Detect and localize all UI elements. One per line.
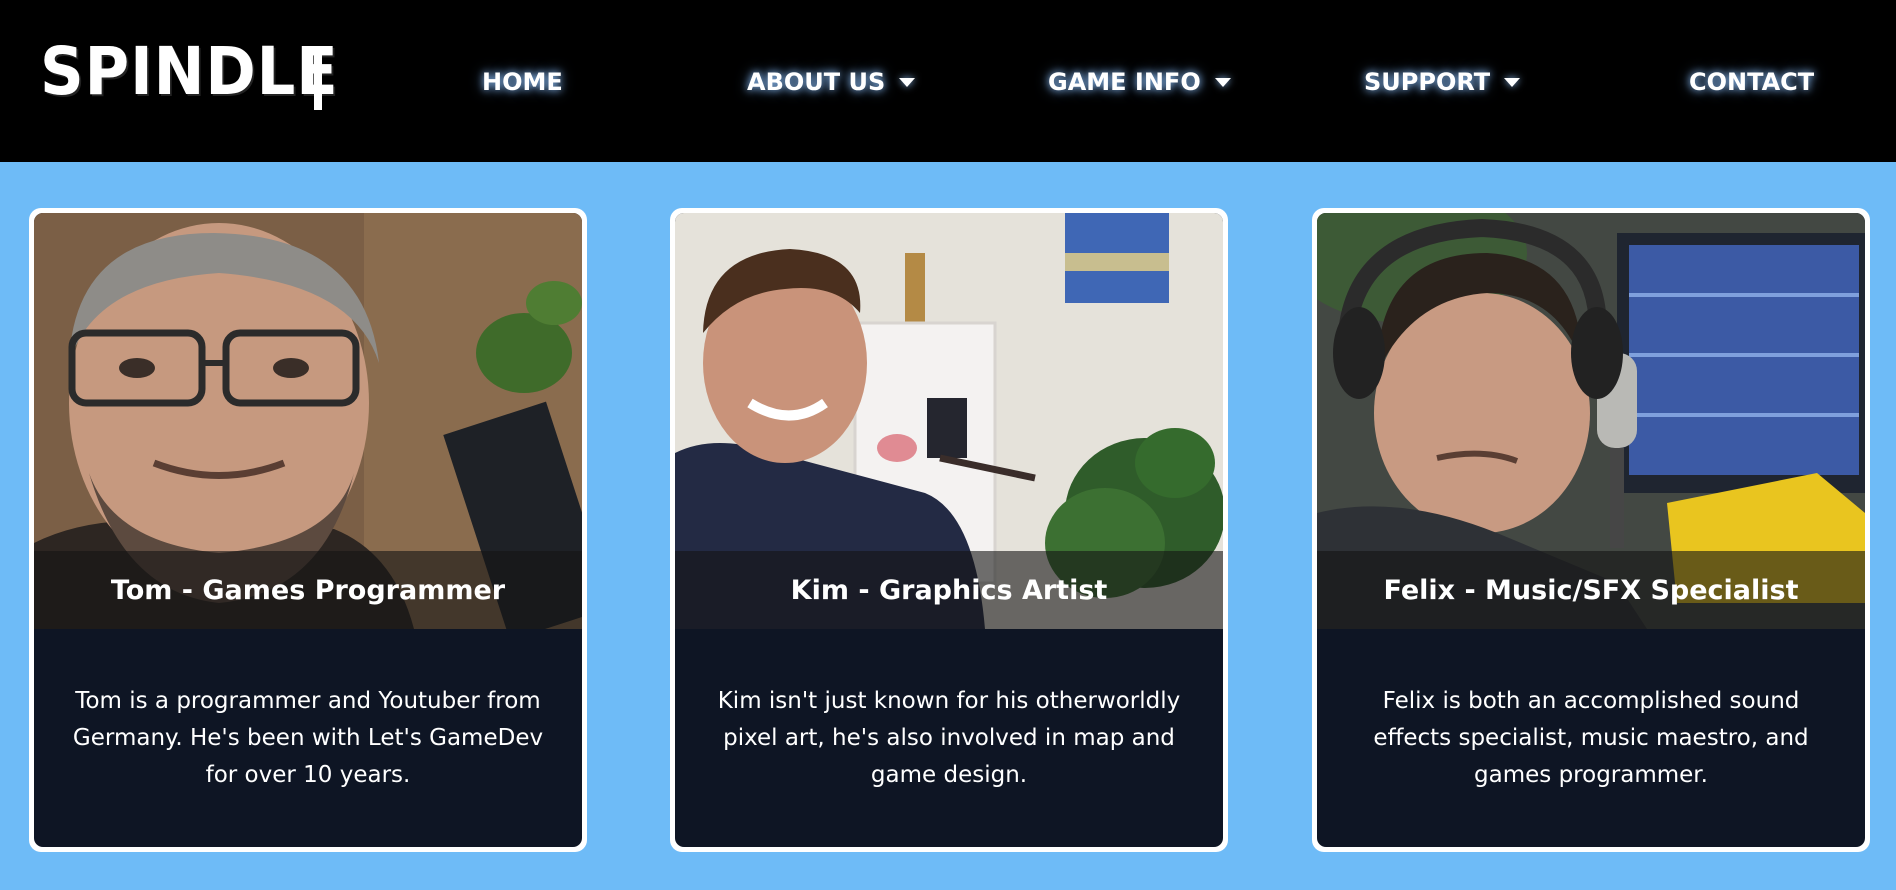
team-card-felix: Felix - Music/SFX Specialist Felix is bo…: [1312, 208, 1870, 852]
card-title: Kim - Graphics Artist: [675, 551, 1223, 629]
top-navbar: SPINDLE HOME ABOUT US GAME INFO SUPPORT …: [0, 0, 1896, 162]
nav-home-label: HOME: [482, 68, 563, 96]
nav-game-info-label: GAME INFO: [1048, 68, 1201, 96]
nav-game-info[interactable]: GAME INFO: [1048, 64, 1231, 100]
chevron-down-icon: [1214, 77, 1231, 87]
logo-text: SPINDLE: [40, 33, 339, 110]
nav-about-us[interactable]: ABOUT US: [747, 64, 916, 100]
card-description: Felix is both an accomplished sound effe…: [1373, 688, 1809, 788]
nav-contact-label: CONTACT: [1689, 68, 1815, 96]
chevron-down-icon: [899, 77, 916, 87]
chevron-down-icon: [1504, 77, 1521, 87]
nav-support[interactable]: SUPPORT: [1364, 64, 1521, 100]
nav-contact[interactable]: CONTACT: [1689, 64, 1814, 100]
nav-home[interactable]: HOME: [482, 64, 563, 100]
logo-divider: [314, 48, 322, 110]
card-description: Kim isn't just known for his otherworldl…: [717, 688, 1181, 788]
card-title: Felix - Music/SFX Specialist: [1317, 551, 1865, 629]
card-title: Tom - Games Programmer: [34, 551, 582, 629]
team-card-kim: Kim - Graphics Artist Kim isn't just kno…: [670, 208, 1228, 852]
nav-support-label: SUPPORT: [1364, 68, 1491, 96]
team-card-tom: Tom - Games Programmer Tom is a programm…: [29, 208, 587, 852]
card-description: Tom is a programmer and Youtuber from Ge…: [72, 688, 544, 788]
nav-about-us-label: ABOUT US: [747, 68, 886, 96]
